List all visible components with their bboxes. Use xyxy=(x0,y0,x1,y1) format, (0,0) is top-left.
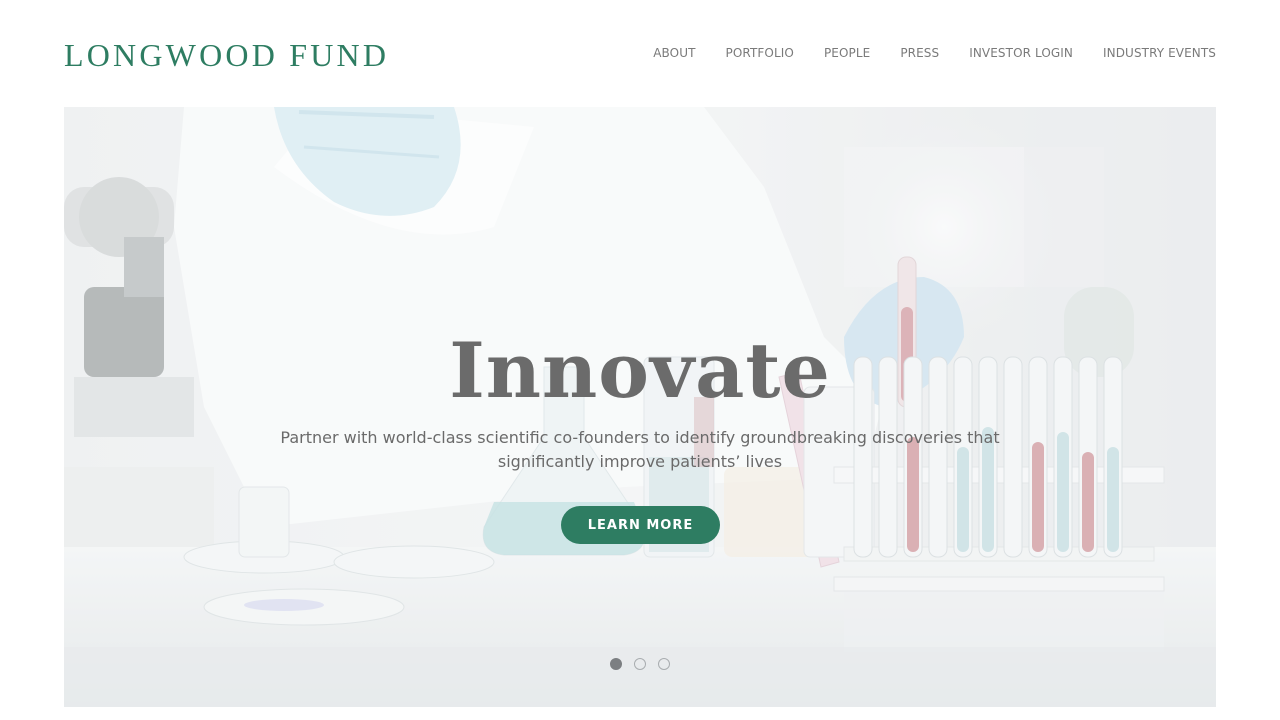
hero-title: Innovate xyxy=(449,325,831,415)
nav-people[interactable]: PEOPLE xyxy=(824,45,870,61)
learn-more-button[interactable]: LEARN MORE xyxy=(561,506,720,544)
hero-subtitle: Partner with world-class scientific co-f… xyxy=(280,428,1000,471)
site-logo[interactable]: LONGWOOD FUND xyxy=(64,36,389,74)
nav-press[interactable]: PRESS xyxy=(900,45,939,61)
carousel-dot-1[interactable] xyxy=(610,658,622,670)
carousel-dot-2[interactable] xyxy=(634,658,646,670)
nav-industry-events[interactable]: INDUSTRY EVENTS xyxy=(1103,45,1216,61)
nav-about[interactable]: ABOUT xyxy=(653,45,695,61)
main-nav: ABOUT PORTFOLIO PEOPLE PRESS INVESTOR LO… xyxy=(653,45,1216,61)
nav-investor-login[interactable]: INVESTOR LOGIN xyxy=(969,45,1073,61)
site-header: LONGWOOD FUND ABOUT PORTFOLIO PEOPLE PRE… xyxy=(0,0,1280,107)
carousel-dot-3[interactable] xyxy=(658,658,670,670)
carousel-dots xyxy=(64,658,1216,670)
hero-carousel: Innovate Partner with world-class scient… xyxy=(64,107,1216,707)
nav-portfolio[interactable]: PORTFOLIO xyxy=(726,45,794,61)
